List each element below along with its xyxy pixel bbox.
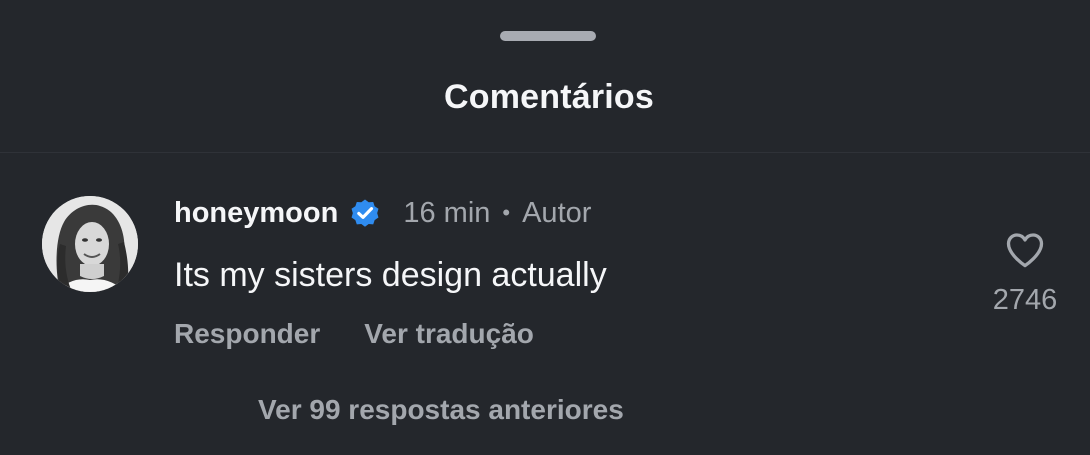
sheet-title: Comentários [443,78,655,116]
heart-outline-icon[interactable] [1003,228,1047,272]
verified-badge-icon [351,199,379,227]
comments-sheet: Comentários honeymoon 16 min • Autor Its… [0,0,1090,455]
translate-button[interactable]: Ver tradução [364,318,534,350]
separator-dot: • [502,200,511,225]
header-divider [0,152,1090,153]
reply-button[interactable]: Responder [174,318,320,350]
like-count: 2746 [992,284,1058,316]
username[interactable]: honeymoon [174,197,338,230]
view-previous-replies-link[interactable]: Ver 99 respostas anteriores [258,394,624,426]
comment-actions: Responder Ver tradução [174,318,534,350]
like-area: 2746 [980,228,1070,317]
author-label: Autor [522,196,592,229]
avatar-image [42,196,138,292]
comment-header: honeymoon 16 min • Autor [174,193,591,233]
comment-time: 16 min [403,196,491,229]
avatar[interactable] [42,196,138,292]
comment-text: Its my sisters design actually [174,256,607,294]
drag-handle[interactable] [500,31,596,41]
